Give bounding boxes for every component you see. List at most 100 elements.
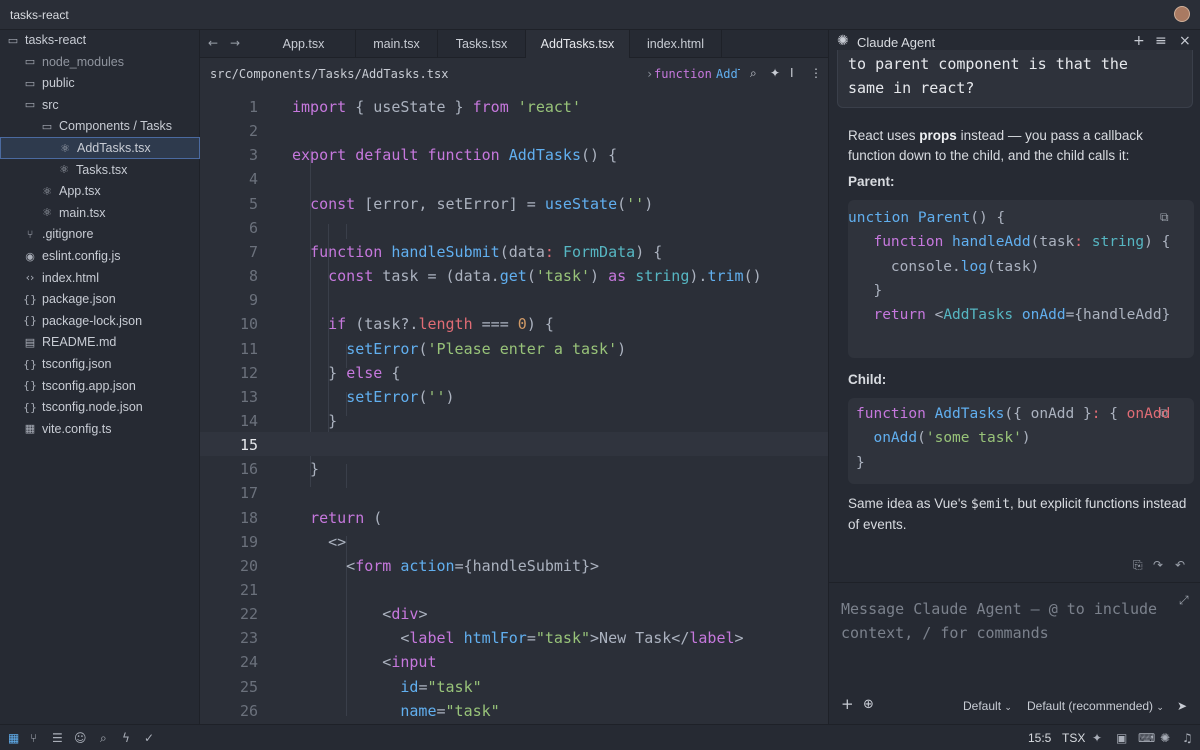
model-select[interactable]: Default (recommended) ⌄ — [1027, 699, 1164, 713]
code-line[interactable]: 10 if (task?.length === 0) { — [200, 311, 828, 335]
code-token: function — [856, 406, 926, 422]
history-icon[interactable]: ≡ — [1155, 33, 1167, 49]
copy-message-icon[interactable]: ⎘ — [1133, 558, 1143, 573]
code-line[interactable]: 20 <form action={handleSubmit}> — [200, 553, 828, 577]
code-line[interactable]: 3 export default function AddTasks() { — [200, 142, 828, 166]
tree-item[interactable]: ▭ tasks-react — [0, 29, 200, 51]
tree-item[interactable]: ▭ Components / Tasks — [0, 115, 200, 137]
undo-icon[interactable]: ↶ — [1175, 558, 1185, 572]
tree-item[interactable]: ▦ vite.config.ts — [0, 418, 200, 440]
forward-arrow-icon[interactable]: → — [230, 36, 240, 50]
outline-icon[interactable]: ☰ — [52, 731, 63, 745]
line-number: 21 — [239, 581, 258, 599]
tab-addtasks-tsx[interactable]: AddTasks.tsx — [526, 30, 630, 58]
code-line[interactable]: 21 — [200, 577, 828, 601]
tree-item[interactable]: ‹› index.html — [0, 267, 200, 289]
code-line[interactable]: 26 name="task" — [200, 698, 828, 722]
code-line[interactable]: 22 <div> — [200, 601, 828, 625]
tree-item[interactable]: ▭ node_modules — [0, 51, 200, 73]
code-token: input — [391, 653, 437, 672]
add-context-icon[interactable]: + — [841, 695, 854, 713]
tree-item[interactable]: ◉ eslint.config.js — [0, 245, 200, 267]
close-icon[interactable]: × — [1179, 33, 1191, 49]
code-line[interactable]: 11 setError('Please enter a task') — [200, 336, 828, 360]
tree-item[interactable]: {} package-lock.json — [0, 310, 200, 332]
json-icon: {} — [23, 292, 37, 306]
check-icon[interactable]: ✓ — [144, 731, 154, 745]
tab-main-tsx[interactable]: main.tsx — [356, 30, 438, 58]
code-line[interactable]: 2 — [200, 118, 828, 142]
code-line[interactable]: 7 function handleSubmit(data: FormData) … — [200, 239, 828, 263]
tree-item[interactable]: ⑂ .gitignore — [0, 223, 200, 245]
code-line[interactable]: 24 <input — [200, 649, 828, 673]
tree-item[interactable]: ⚛ App.tsx — [0, 180, 200, 202]
code-line[interactable]: 4 — [200, 166, 828, 190]
new-chat-icon[interactable]: + — [1133, 33, 1145, 49]
tree-item[interactable]: {} package.json — [0, 288, 200, 310]
code-line[interactable]: 9 — [200, 287, 828, 311]
code-line[interactable]: 23 <label htmlFor="task">New Task</label… — [200, 625, 828, 649]
cursor-icon[interactable]: I — [790, 66, 794, 80]
bell-icon[interactable]: ♫ — [1182, 731, 1193, 745]
code-line[interactable]: 6 — [200, 215, 828, 239]
code-line[interactable]: 1 import { useState } from 'react' — [200, 94, 828, 118]
terminal-icon[interactable]: ⌨ — [1138, 731, 1155, 745]
more-icon[interactable]: ⋮ — [810, 66, 822, 80]
code-line[interactable]: 25 id="task" — [200, 674, 828, 698]
redo-icon[interactable]: ↷ — [1153, 558, 1163, 572]
tree-item[interactable]: {} tsconfig.json — [0, 353, 200, 375]
explorer-icon[interactable]: ▦ — [8, 731, 19, 745]
breadcrumb-path[interactable]: src/Components/Tasks/AddTasks.tsx — [210, 67, 448, 81]
code-line[interactable]: 14 } — [200, 408, 828, 432]
tree-item[interactable]: ⚛ AddTasks.tsx — [0, 137, 200, 159]
tab-app-tsx[interactable]: App.tsx — [252, 30, 356, 58]
send-icon[interactable]: ➤ — [1177, 699, 1187, 713]
search-icon[interactable]: ⌕ — [750, 66, 757, 81]
ai-icon[interactable]: ✦ — [1092, 731, 1102, 745]
code-line[interactable]: 5 const [error, setError] = useState('') — [200, 191, 828, 215]
mode-select[interactable]: Default ⌄ — [963, 699, 1012, 713]
bolt-icon[interactable]: ϟ — [122, 731, 130, 745]
code-line[interactable]: 13 setError('') — [200, 384, 828, 408]
code-line[interactable]: 18 return ( — [200, 505, 828, 529]
line-number: 5 — [248, 194, 258, 213]
code-editor[interactable]: 1 import { useState } from 'react' 2 3 expor… — [200, 90, 828, 724]
code-token: AddTasks — [508, 146, 581, 165]
code-line[interactable]: 19 <> — [200, 529, 828, 553]
avatar[interactable] — [1174, 6, 1190, 22]
tree-item[interactable]: {} tsconfig.app.json — [0, 375, 200, 397]
code-line[interactable]: 12 } else { — [200, 360, 828, 384]
tree-item[interactable]: ▭ src — [0, 94, 200, 116]
expand-icon[interactable]: ⤢ — [1179, 593, 1189, 608]
message-input[interactable]: Message Claude Agent — @ to include cont… — [841, 597, 1161, 645]
tab-tasks-tsx[interactable]: Tasks.tsx — [438, 30, 526, 58]
target-icon[interactable]: ⊕ — [863, 697, 874, 712]
tree-item[interactable]: {} tsconfig.node.json — [0, 396, 200, 418]
tree-item[interactable]: ▤ README.md — [0, 331, 200, 353]
copy-icon[interactable]: ⧉ — [1160, 210, 1169, 225]
code-line[interactable]: 15 — [200, 432, 828, 457]
sparkle-icon[interactable]: ✺ — [1160, 731, 1170, 745]
sparkle-icon[interactable]: ✦ — [770, 66, 780, 80]
panel-toggle-icon[interactable]: ▣ — [1116, 731, 1127, 745]
collab-icon[interactable]: ☺ — [74, 731, 87, 745]
line-number: 3 — [248, 146, 258, 165]
code-text: <div> — [292, 605, 427, 623]
cursor-position[interactable]: 15:5 — [1028, 731, 1051, 745]
tree-item[interactable]: ⚛ Tasks.tsx — [0, 159, 200, 181]
tree-item[interactable]: ⚛ main.tsx — [0, 202, 200, 224]
language-mode[interactable]: TSX — [1062, 731, 1085, 745]
tab-index-html[interactable]: index.html — [630, 30, 722, 58]
back-arrow-icon[interactable]: ← — [208, 36, 218, 50]
code-token: (task — [1030, 234, 1075, 251]
search-icon[interactable]: ⌕ — [100, 731, 107, 746]
code-line[interactable]: 16 } — [200, 456, 828, 480]
message-composer[interactable]: Message Claude Agent — @ to include cont… — [829, 582, 1200, 724]
code-line[interactable]: 17 — [200, 480, 828, 504]
code-text: const [error, setError] = useState('') — [292, 195, 653, 213]
code-block-line: unction Parent() { — [848, 210, 1005, 234]
git-branch-icon[interactable]: ⑂ — [30, 731, 37, 745]
tree-item[interactable]: ▭ public — [0, 72, 200, 94]
code-line[interactable]: 8 const task = (data.get('task') as stri… — [200, 263, 828, 287]
